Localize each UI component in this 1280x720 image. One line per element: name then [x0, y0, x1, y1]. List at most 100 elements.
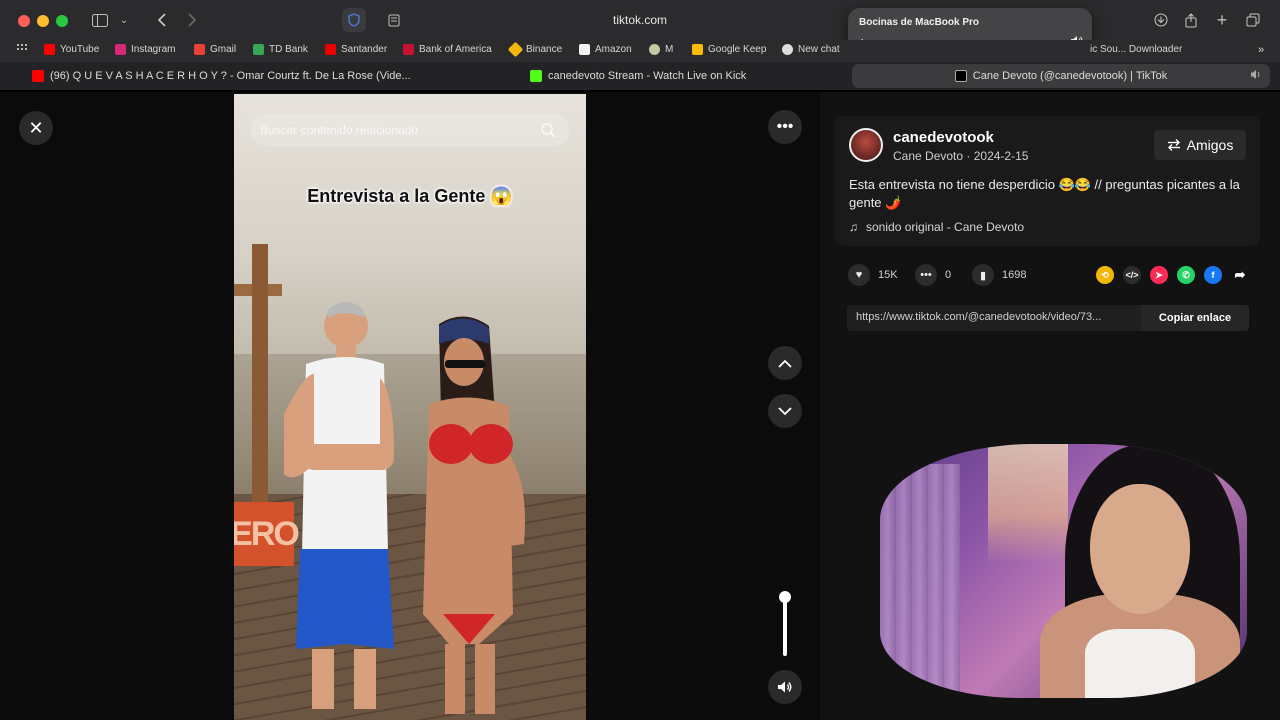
bookmark-icon: ▮ — [972, 264, 994, 286]
video-link-box: https://www.tiktok.com/@canedevotook/vid… — [847, 305, 1249, 331]
username-link[interactable]: canedevotook — [893, 129, 994, 146]
share-arrow-icon[interactable]: ➦ — [1231, 266, 1249, 284]
music-title: sonido original - Cane Devoto — [866, 220, 1025, 234]
bookmarks-sidebar-icon[interactable] — [17, 44, 27, 52]
window-maximize-button[interactable] — [56, 15, 68, 27]
close-icon[interactable]: ✕ — [19, 111, 53, 145]
new-tab-icon[interactable]: + — [1211, 8, 1233, 32]
friends-button[interactable]: Amigos — [1154, 130, 1246, 160]
bookmark-bank-of-america[interactable]: Bank of America — [403, 44, 492, 55]
heart-icon: ♥ — [848, 264, 870, 286]
avatar[interactable] — [849, 128, 883, 162]
window-close-button[interactable] — [18, 15, 30, 27]
share-icon[interactable] — [1180, 8, 1202, 32]
video-frame[interactable]: ERO Buscar contenido relacionado Entrevi… — [234, 94, 586, 720]
tab-title: canedevoto Stream - Watch Live on Kick — [548, 70, 747, 82]
save-button[interactable]: ▮ 1698 — [972, 264, 1026, 286]
facebook-icon[interactable]: f — [1204, 266, 1222, 284]
embed-icon[interactable]: </> — [1123, 266, 1141, 284]
address-bar[interactable]: tiktok.com — [560, 13, 720, 27]
comment-count: 0 — [945, 269, 952, 281]
tab-youtube-video[interactable]: (96) Q U E V A S H A C E R H O Y ? - Oma… — [32, 64, 427, 88]
webcam-overlay — [880, 444, 1247, 698]
new-chat-icon — [782, 44, 793, 55]
downloads-icon[interactable] — [1150, 8, 1172, 32]
separator-dot: · — [966, 149, 974, 163]
friends-label: Amigos — [1186, 137, 1234, 153]
webcam-light — [988, 444, 1068, 564]
volume-button[interactable] — [768, 670, 802, 704]
window-minimize-button[interactable] — [37, 15, 49, 27]
bookmark-label: Binance — [526, 44, 563, 55]
send-icon[interactable]: ➤ — [1150, 266, 1168, 284]
repost-icon[interactable]: ⟲ — [1096, 266, 1114, 284]
tiktok-icon — [954, 70, 967, 82]
post-description: Esta entrevista no tiene desperdicio 😂😂 … — [849, 177, 1240, 210]
bookmark-label: TD Bank — [269, 44, 308, 55]
video-woman-figure — [423, 316, 525, 714]
video-man-figure — [284, 302, 394, 709]
bookmark-youtube[interactable]: YouTube — [44, 44, 99, 55]
forward-icon[interactable] — [180, 8, 204, 32]
privacy-shield-icon[interactable] — [342, 8, 366, 32]
back-icon[interactable] — [150, 8, 174, 32]
save-count: 1698 — [1002, 269, 1027, 281]
chevron-down-icon — [778, 406, 792, 415]
bookmark-m[interactable]: M — [649, 44, 673, 55]
bookmark-downloader[interactable]: ic Sou... Downloader — [1090, 44, 1182, 55]
bookmark-amazon[interactable]: Amazon — [579, 44, 632, 55]
bank-of-america-icon — [403, 44, 414, 55]
tab-title: (96) Q U E V A S H A C E R H O Y ? - Oma… — [50, 70, 411, 82]
video-caption: Entrevista a la Gente 😱 — [307, 186, 513, 206]
sidebar-toggle-icon[interactable] — [88, 8, 112, 32]
bookmark-label: Santander — [341, 44, 388, 55]
bookmark-label: ic Sou... Downloader — [1090, 44, 1183, 55]
video-link-text[interactable]: https://www.tiktok.com/@canedevotook/vid… — [856, 311, 1142, 323]
sound-output-title: Bocinas de MacBook Pro — [859, 17, 980, 28]
related-search-input[interactable]: Buscar contenido relacionado — [250, 114, 570, 146]
bookmark-instagram[interactable]: Instagram — [115, 44, 175, 55]
tab-kick-stream[interactable]: canedevoto Stream - Watch Live on Kick — [530, 64, 790, 88]
like-button[interactable]: ♥ 15K — [848, 264, 898, 286]
whatsapp-icon[interactable]: ✆ — [1177, 266, 1195, 284]
youtube-icon — [44, 44, 55, 55]
amazon-icon — [579, 44, 590, 55]
chevron-up-icon — [778, 359, 792, 368]
bookmark-new-chat[interactable]: New chat — [782, 44, 840, 55]
video-volume-slider[interactable] — [779, 590, 791, 660]
tab-audio-icon[interactable] — [1250, 69, 1262, 83]
tab-group-chevron-icon[interactable]: ⌄ — [116, 8, 132, 32]
bookmark-santander[interactable]: Santander — [325, 44, 387, 55]
bookmarks-overflow-icon[interactable]: » — [1258, 44, 1264, 56]
volume-fill — [783, 597, 787, 656]
tab-tiktok[interactable]: Cane Devoto (@canedevotook) | TikTok — [852, 64, 1270, 88]
webcam-tank-top — [1085, 629, 1195, 698]
reader-icon[interactable] — [384, 8, 404, 32]
binance-icon — [507, 41, 524, 58]
bookmark-label: Gmail — [210, 44, 237, 55]
bookmark-label: Bank of America — [419, 44, 492, 55]
more-options-icon[interactable]: ••• — [768, 110, 802, 144]
search-icon[interactable] — [540, 122, 574, 143]
next-video-button[interactable] — [768, 394, 802, 428]
volume-knob[interactable] — [779, 591, 791, 604]
tab-overview-icon[interactable] — [1242, 8, 1264, 32]
bookmark-google-keep[interactable]: Google Keep — [692, 44, 766, 55]
post-info-card: canedevotook Cane Devoto · 2024-2-15 Ami… — [835, 116, 1260, 246]
bookmark-binance[interactable]: Binance — [507, 41, 563, 58]
webcam-curtain — [880, 464, 960, 698]
bookmark-td-bank[interactable]: TD Bank — [253, 44, 308, 55]
like-count: 15K — [878, 269, 898, 281]
td-bank-icon — [253, 44, 264, 55]
bookmark-label: Google Keep — [708, 44, 767, 55]
bookmark-label: M — [665, 44, 674, 55]
copy-link-button[interactable]: Copiar enlace — [1141, 305, 1249, 331]
music-link[interactable]: ♫ sonido original - Cane Devoto — [849, 220, 1024, 234]
previous-video-button[interactable] — [768, 346, 802, 380]
instagram-icon — [115, 44, 126, 55]
comment-button[interactable]: ••• 0 — [915, 264, 951, 286]
bookmark-label: Instagram — [131, 44, 176, 55]
youtube-icon — [32, 70, 44, 82]
bookmark-gmail[interactable]: Gmail — [194, 44, 236, 55]
display-name: Cane Devoto — [893, 149, 964, 163]
